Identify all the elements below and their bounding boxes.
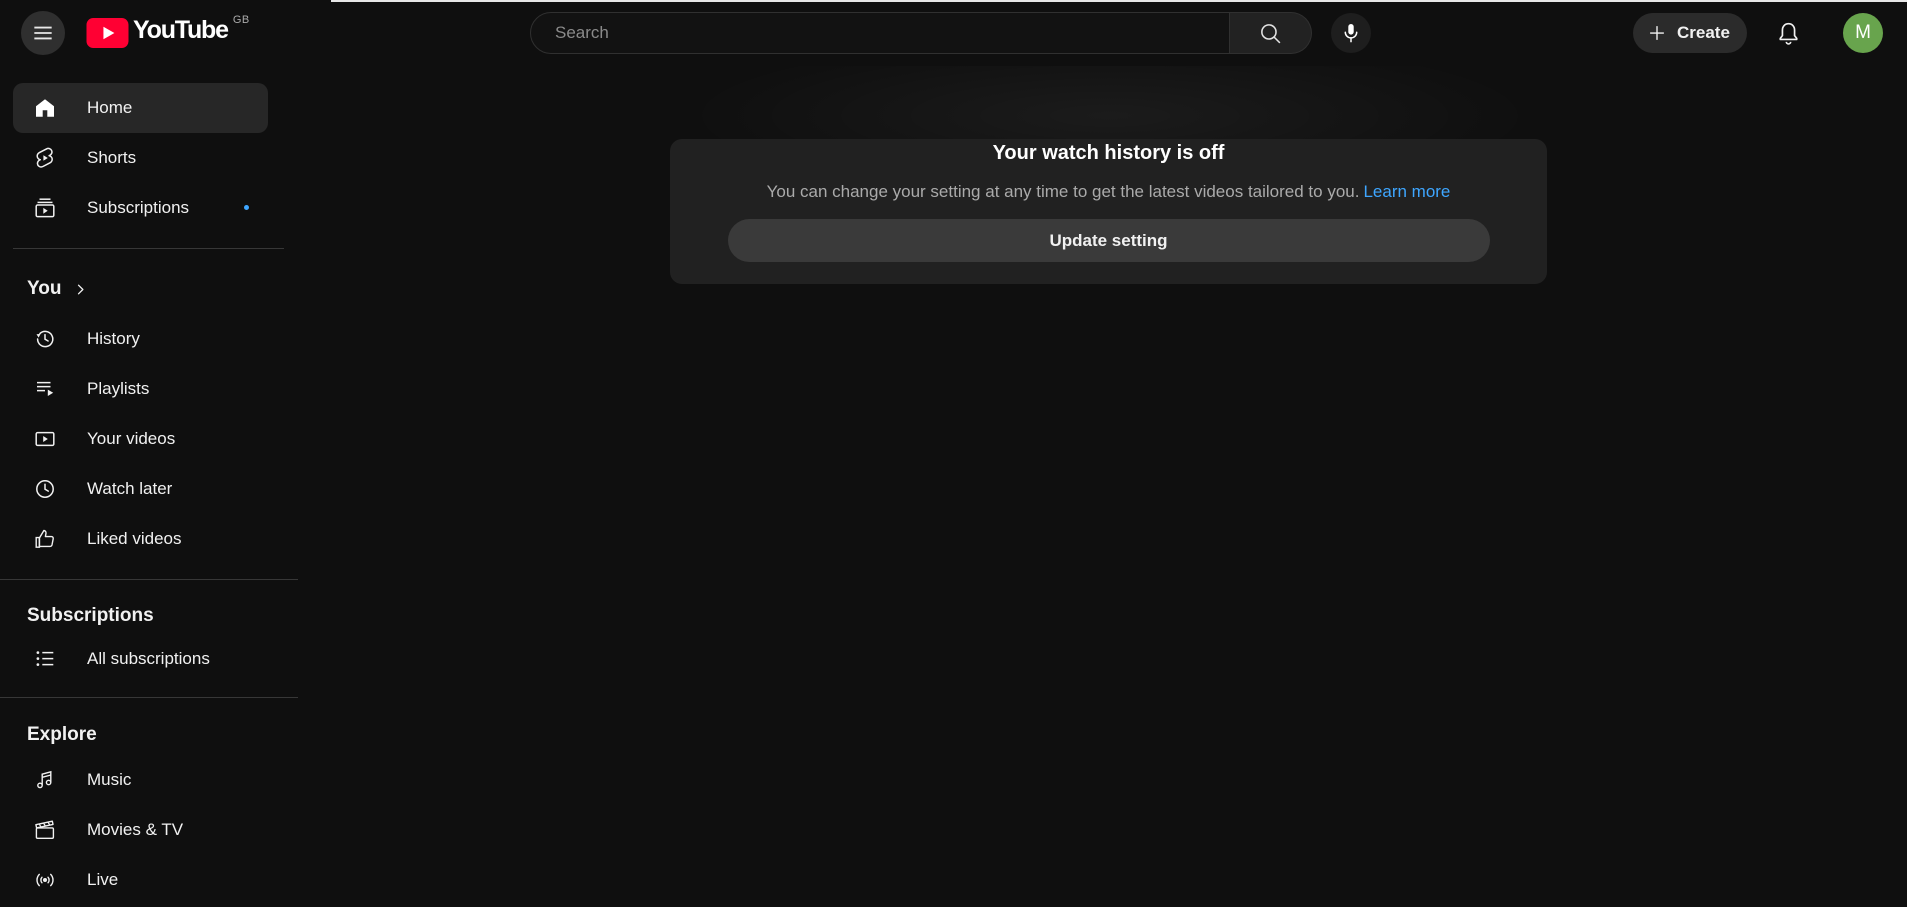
sidebar-item-subscriptions[interactable]: Subscriptions — [13, 183, 268, 233]
search-button[interactable] — [1230, 12, 1312, 54]
sidebar-item-your-videos[interactable]: Your videos — [13, 414, 268, 464]
sidebar-item-all-subscriptions[interactable]: All subscriptions — [13, 634, 268, 684]
explore-section-label: Explore — [27, 724, 97, 746]
you-section-label: You — [27, 278, 61, 300]
movies-icon — [33, 818, 57, 842]
plus-icon — [1646, 22, 1668, 44]
sidebar-item-label: Subscriptions — [87, 198, 189, 218]
sidebar-item-label: Live — [87, 870, 118, 890]
sidebar-divider — [13, 248, 284, 249]
notifications-button[interactable] — [1768, 13, 1808, 53]
browser-page-top-edge — [331, 0, 1907, 2]
sidebar-item-label: Shorts — [87, 148, 136, 168]
sidebar-item-liked-videos[interactable]: Liked videos — [13, 514, 268, 564]
sidebar-item-home[interactable]: Home — [13, 83, 268, 133]
music-icon — [33, 768, 57, 792]
update-setting-button[interactable]: Update setting — [728, 219, 1490, 262]
subscriptions-section-label: Subscriptions — [27, 605, 154, 627]
watch-later-icon — [33, 477, 57, 501]
card-description-text: You can change your setting at any time … — [767, 182, 1360, 201]
home-icon — [33, 96, 57, 120]
sidebar-item-history[interactable]: History — [13, 314, 268, 364]
bell-icon — [1775, 20, 1802, 47]
create-label: Create — [1677, 23, 1730, 43]
card-description: You can change your setting at any time … — [670, 181, 1547, 203]
account-avatar[interactable]: M — [1843, 13, 1883, 53]
sidebar-item-shorts[interactable]: Shorts — [13, 133, 268, 183]
sidebar: Home Shorts Subscriptions You — [0, 66, 298, 907]
you-section-header[interactable]: You — [0, 276, 298, 302]
youtube-logo[interactable]: YouTube GB — [86, 15, 250, 48]
sidebar-item-label: Home — [87, 98, 132, 118]
history-icon — [33, 327, 57, 351]
mic-icon — [1339, 21, 1363, 45]
sidebar-item-label: Movies & TV — [87, 820, 183, 840]
shorts-icon — [33, 146, 57, 170]
explore-section-header: Explore — [0, 722, 298, 748]
sidebar-item-movies-tv[interactable]: Movies & TV — [13, 805, 268, 855]
sidebar-item-label: Your videos — [87, 429, 175, 449]
sidebar-item-label: History — [87, 329, 140, 349]
sidebar-divider — [0, 579, 298, 580]
sidebar-divider — [0, 697, 298, 698]
logo-wordmark: YouTube — [133, 15, 228, 46]
chevron-right-icon — [71, 280, 90, 299]
country-code-badge: GB — [233, 14, 250, 26]
sidebar-item-music[interactable]: Music — [13, 755, 268, 805]
search-bar — [530, 12, 1312, 54]
search-field — [530, 12, 1230, 54]
search-input[interactable] — [555, 23, 1195, 43]
youtube-play-icon — [86, 18, 129, 48]
avatar-letter: M — [1855, 22, 1871, 44]
new-content-dot — [244, 205, 249, 210]
sidebar-item-label: Watch later — [87, 479, 172, 499]
create-button[interactable]: Create — [1633, 13, 1747, 53]
playlists-icon — [33, 377, 57, 401]
search-icon — [1258, 21, 1283, 46]
sidebar-item-playlists[interactable]: Playlists — [13, 364, 268, 414]
watch-history-card: Your watch history is off You can change… — [670, 139, 1547, 284]
sidebar-item-label: Liked videos — [87, 529, 182, 549]
sidebar-item-label: All subscriptions — [87, 649, 210, 669]
topbar: YouTube GB Create — [0, 0, 1907, 66]
voice-search-button[interactable] — [1331, 13, 1371, 53]
your-videos-icon — [33, 427, 57, 451]
learn-more-link[interactable]: Learn more — [1363, 182, 1450, 201]
subscriptions-section-header: Subscriptions — [0, 603, 298, 629]
sidebar-item-label: Playlists — [87, 379, 149, 399]
sidebar-item-live[interactable]: Live — [13, 855, 268, 905]
hamburger-menu-button[interactable] — [21, 11, 65, 55]
subscriptions-icon — [33, 196, 57, 220]
all-subscriptions-icon — [33, 647, 57, 671]
liked-videos-icon — [33, 527, 57, 551]
sidebar-item-watch-later[interactable]: Watch later — [13, 464, 268, 514]
live-icon — [33, 868, 57, 892]
menu-icon — [30, 20, 56, 46]
card-title: Your watch history is off — [670, 142, 1547, 164]
sidebar-item-label: Music — [87, 770, 131, 790]
